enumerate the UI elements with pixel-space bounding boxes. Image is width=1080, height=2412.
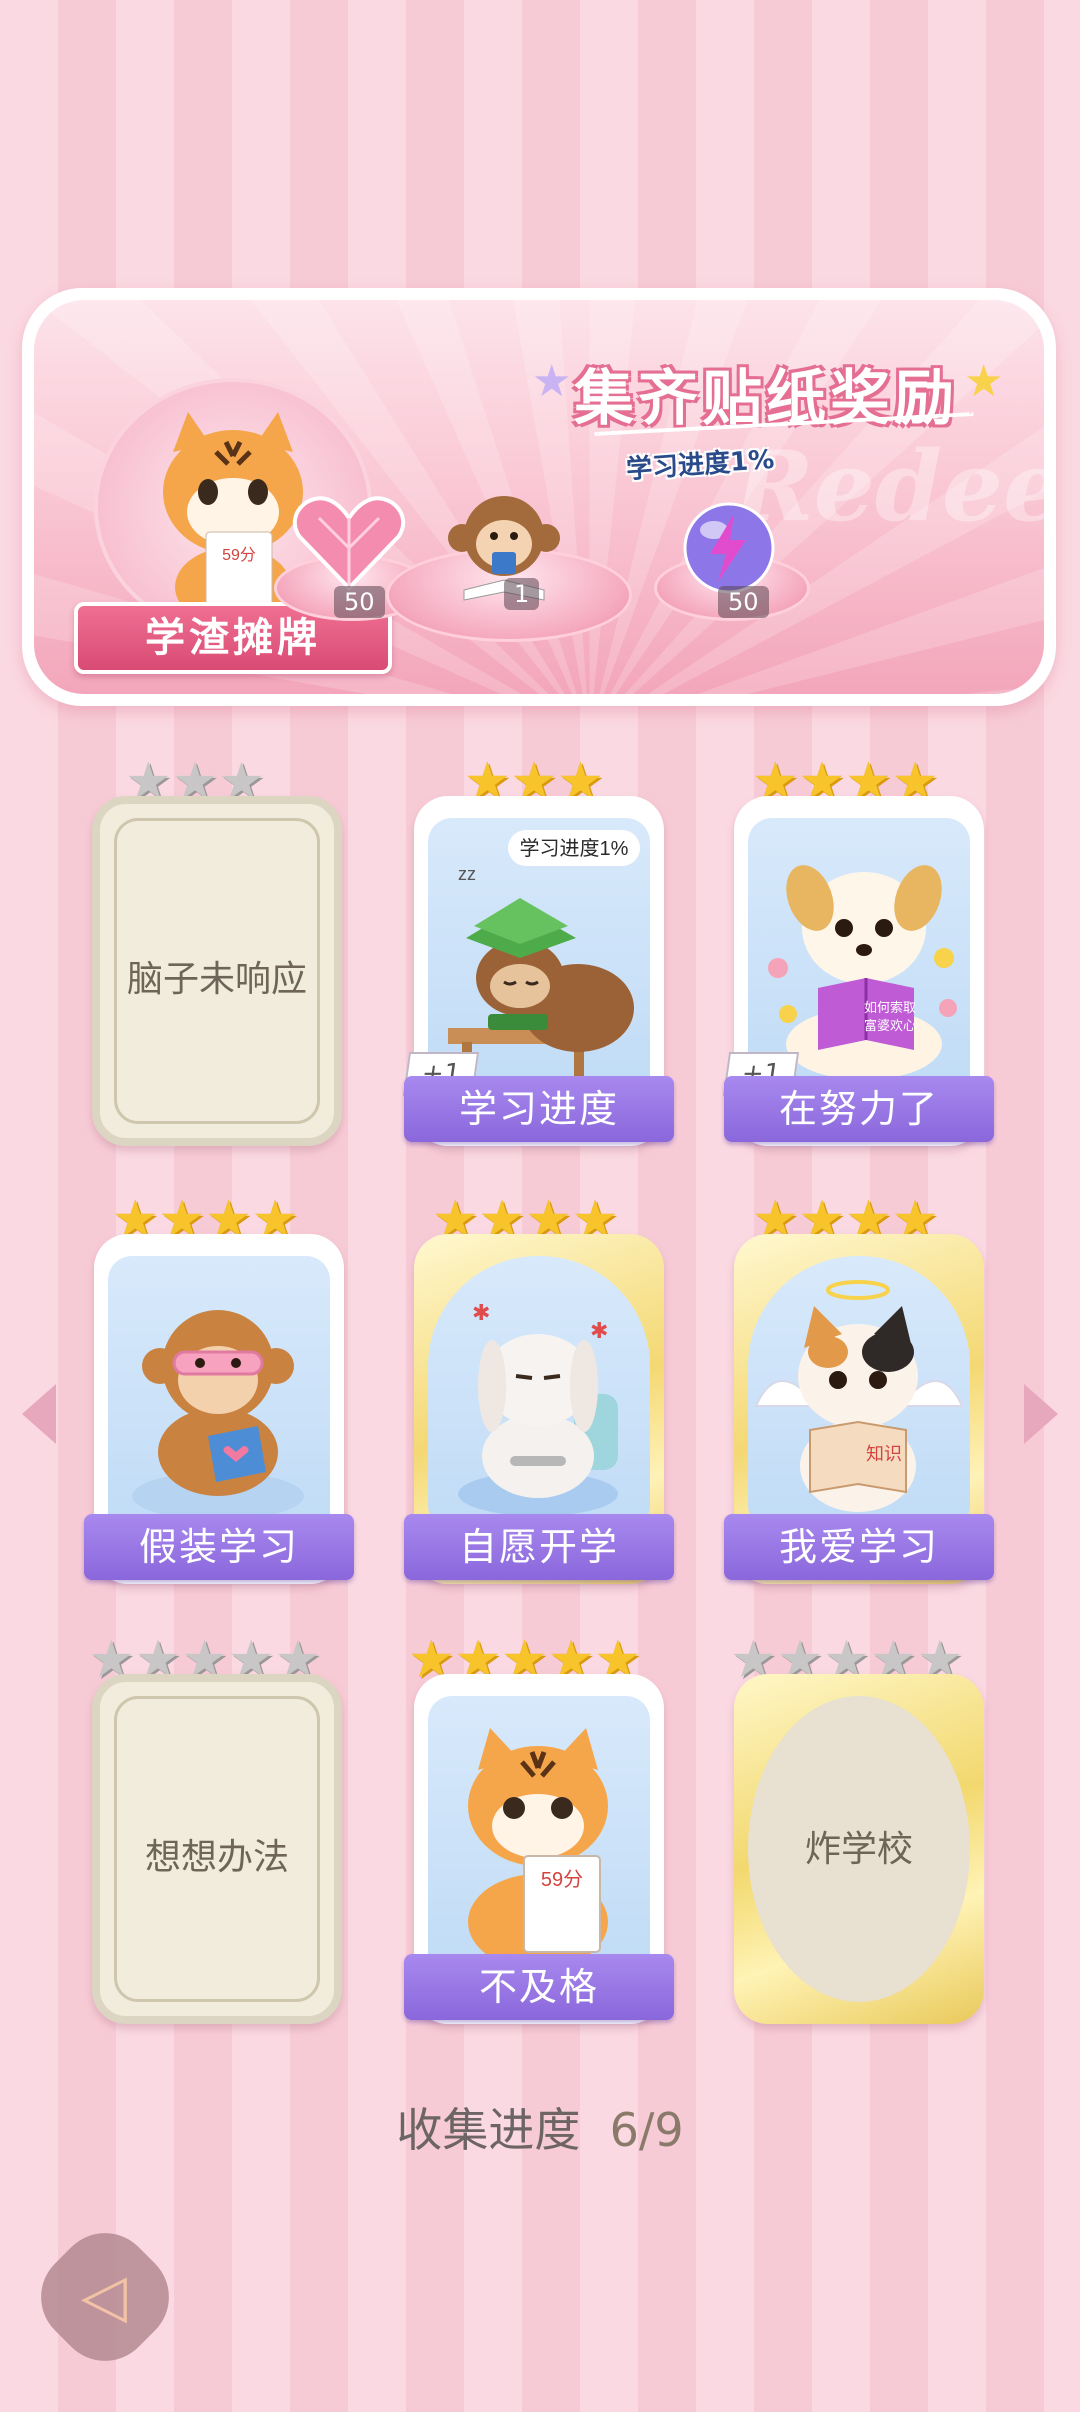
- sticker-label: 炸学校: [804, 1829, 913, 1870]
- puppy-sticker-icon: 如何索取 富婆欢心: [768, 865, 957, 1080]
- sticker-art: [108, 1256, 330, 1526]
- sticker-label: 我爱学习: [724, 1514, 994, 1580]
- sticker-card-locked[interactable]: 想想办法: [92, 1674, 342, 2024]
- sticker-card[interactable]: ✱ ✱ 自愿开学: [404, 1234, 674, 1584]
- sticker-card[interactable]: 假装学习: [84, 1234, 354, 1584]
- bunny-sticker-icon: ✱ ✱: [458, 1300, 618, 1516]
- angel-cat-sticker-icon: 知识: [754, 1280, 964, 1512]
- sticker-label: 想想办法: [144, 1837, 289, 1878]
- svg-text:zz: zz: [458, 864, 476, 884]
- sticker-card-locked[interactable]: 炸学校: [734, 1674, 984, 2024]
- reward-count-badge: 50: [718, 586, 769, 618]
- monkey-sticker-icon: [132, 1310, 304, 1520]
- sticker-label: 假装学习: [84, 1514, 354, 1580]
- sticker-label: 在努力了: [724, 1076, 994, 1142]
- svg-text:富婆欢心: 富婆欢心: [864, 1018, 916, 1033]
- collection-progress-value: 6/9: [609, 2103, 684, 2157]
- sticker-label: 自愿开学: [404, 1514, 674, 1580]
- reward-count-badge: 1: [504, 578, 540, 610]
- next-page-arrow-icon[interactable]: [1024, 1384, 1058, 1444]
- sticker-card-locked[interactable]: 脑子未响应: [92, 796, 342, 1146]
- svg-text:✱: ✱: [472, 1300, 490, 1325]
- svg-text:如何索取: 如何索取: [864, 1000, 916, 1015]
- prev-page-arrow-icon[interactable]: [22, 1384, 56, 1444]
- back-arrow-icon: ◁: [80, 2261, 128, 2331]
- sticker-card[interactable]: 知识 我爱学习: [724, 1234, 994, 1584]
- sticker-card[interactable]: 学习进度1% zz +1 学习进度: [402, 796, 674, 1146]
- sticker-art: ✱ ✱: [428, 1256, 650, 1526]
- sticker-label: 脑子未响应: [126, 959, 307, 1000]
- sticker-card[interactable]: 59分 不及格: [404, 1674, 674, 2024]
- svg-text:✱: ✱: [590, 1318, 608, 1343]
- sticker-label: 学习进度: [404, 1076, 674, 1142]
- collection-progress-label: 收集进度: [396, 2103, 581, 2157]
- sticker-art: 知识: [748, 1256, 970, 1526]
- sticker-art: 59分: [428, 1696, 650, 1966]
- svg-text:59分: 59分: [222, 546, 256, 564]
- star-deco-icon: ★: [964, 356, 1004, 407]
- reward-banner: Redeem ★ ★ 集齐贴纸奖励 59分 学渣摊牌: [22, 288, 1056, 706]
- lightning-orb-icon: [683, 502, 775, 594]
- star-deco-icon: ★: [532, 356, 572, 407]
- sticker-art: 如何索取 富婆欢心: [748, 818, 970, 1088]
- sticker-art-caption: 知识: [866, 1444, 902, 1464]
- reward-count-badge: 50: [334, 586, 385, 618]
- collection-progress: 收集进度 6/9: [0, 2094, 1080, 2160]
- sticker-label: 不及格: [404, 1954, 674, 2020]
- sticker-art: 学习进度1% zz: [428, 818, 650, 1088]
- tiger-sticker-icon: 59分: [468, 1728, 608, 1966]
- reward-banner-background: Redeem ★ ★ 集齐贴纸奖励 59分 学渣摊牌: [34, 300, 1044, 694]
- sticker-card[interactable]: 如何索取 富婆欢心 +1 在努力了: [722, 796, 994, 1146]
- sticker-art-caption: 学习进度1%: [520, 837, 629, 860]
- sticker-art-caption: 59分: [541, 1868, 583, 1891]
- sloth-sticker-icon: 学习进度1% zz: [448, 830, 640, 1082]
